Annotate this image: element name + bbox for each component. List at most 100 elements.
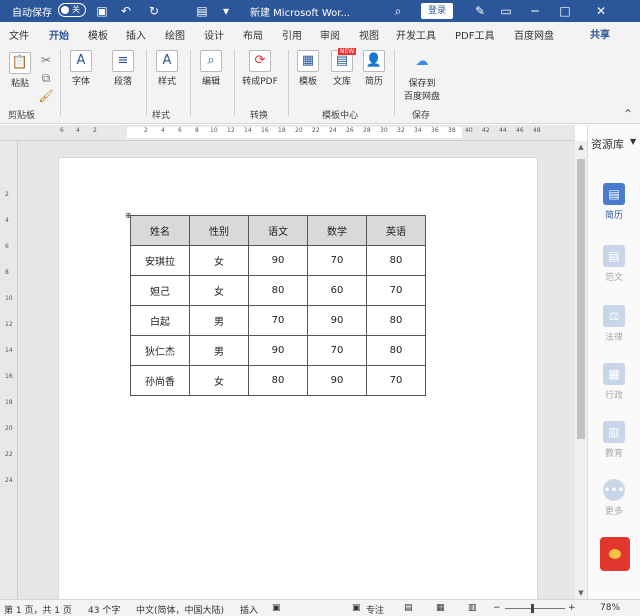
table-cell[interactable]: 90: [248, 245, 308, 276]
collapse-ribbon-icon[interactable]: ⌃: [620, 106, 636, 122]
table-cell[interactable]: 白起: [130, 305, 190, 336]
table-cell[interactable]: 女: [189, 275, 249, 306]
template-button[interactable]: ▦ 模板: [294, 50, 322, 87]
autosave-toggle[interactable]: 关: [58, 3, 86, 17]
copy-icon[interactable]: ⧉: [38, 70, 54, 86]
table-cell[interactable]: 70: [248, 305, 308, 336]
tab-home[interactable]: 开始: [49, 27, 69, 47]
tab-insert[interactable]: 插入: [126, 27, 146, 42]
web-layout-icon[interactable]: ▥: [468, 603, 477, 613]
table-cell[interactable]: 90: [307, 305, 367, 336]
resume-button[interactable]: 👤 简历: [360, 50, 388, 87]
header-cell[interactable]: 英语: [366, 215, 426, 246]
resource-item-law[interactable]: ⚖ 法律: [598, 305, 630, 343]
document-area[interactable]: ⊕ 姓名 性别 语文 数学 英语 安琪拉 女 90 70 80 妲己 女 80 …: [18, 141, 575, 616]
table-cell[interactable]: 男: [189, 305, 249, 336]
header-cell[interactable]: 语文: [248, 215, 308, 246]
table-cell[interactable]: 安琪拉: [130, 245, 190, 276]
vertical-scrollbar[interactable]: ▲ ▼: [575, 141, 587, 599]
zoom-slider-knob[interactable]: [531, 604, 534, 613]
close-button[interactable]: ✕: [586, 0, 616, 22]
ribbon-display-icon[interactable]: ▭: [498, 3, 514, 19]
panel-dropdown-icon[interactable]: ▼: [630, 137, 636, 146]
table-cell[interactable]: 80: [366, 335, 426, 366]
table-cell[interactable]: 90: [248, 335, 308, 366]
resource-panel-title[interactable]: 资源库: [591, 136, 624, 152]
font-button[interactable]: A 字体: [66, 50, 96, 87]
insert-mode[interactable]: 插入: [240, 603, 258, 616]
red-packet-icon[interactable]: [600, 537, 630, 571]
cut-icon[interactable]: ✂: [38, 52, 54, 68]
table-cell[interactable]: 80: [248, 275, 308, 306]
redo-icon[interactable]: ↻: [146, 3, 162, 19]
tab-developer[interactable]: 开发工具: [396, 27, 436, 42]
tab-pdf-tools[interactable]: PDF工具: [455, 27, 494, 42]
table-cell[interactable]: 70: [307, 335, 367, 366]
paragraph-button[interactable]: ≡ 段落: [108, 50, 138, 87]
resource-item-more[interactable]: ••• 更多: [598, 479, 630, 517]
table-cell[interactable]: 70: [307, 245, 367, 276]
resource-item-essay[interactable]: ▤ 范文: [598, 245, 630, 283]
macro-icon[interactable]: ▣: [272, 603, 281, 613]
tab-review[interactable]: 审阅: [320, 27, 340, 42]
tab-template[interactable]: 模板: [88, 27, 108, 42]
read-mode-icon[interactable]: ▤: [404, 603, 413, 613]
search-icon[interactable]: ⌕: [390, 3, 406, 19]
header-cell[interactable]: 数学: [307, 215, 367, 246]
table-cell[interactable]: 狄仁杰: [130, 335, 190, 366]
maximize-button[interactable]: □: [550, 0, 580, 22]
tab-design[interactable]: 设计: [204, 27, 224, 42]
zoom-in-icon[interactable]: +: [568, 603, 576, 613]
language-status[interactable]: 中文(简体，中国大陆): [136, 603, 224, 616]
focus-label[interactable]: 专注: [366, 603, 384, 616]
tab-layout[interactable]: 布局: [243, 27, 263, 42]
word-count[interactable]: 43 个字: [88, 603, 120, 616]
zoom-out-icon[interactable]: −: [493, 603, 501, 613]
scrollbar-thumb[interactable]: [577, 159, 585, 439]
table-cell[interactable]: 70: [366, 365, 426, 396]
table-cell[interactable]: 80: [248, 365, 308, 396]
table-cell[interactable]: 80: [366, 305, 426, 336]
tab-baidu-disk[interactable]: 百度网盘: [514, 27, 554, 42]
tab-file[interactable]: 文件: [9, 27, 29, 42]
table-cell[interactable]: 60: [307, 275, 367, 306]
resource-item-resume[interactable]: ▤ 简历: [598, 183, 630, 221]
table-cell[interactable]: 70: [366, 275, 426, 306]
page-count[interactable]: 第 1 页，共 1 页: [4, 603, 72, 616]
header-cell[interactable]: 性别: [189, 215, 249, 246]
save-to-baidu-button[interactable]: ☁ 保存到 百度网盘: [400, 52, 444, 102]
scroll-down-icon[interactable]: ▼: [575, 589, 587, 597]
minimize-button[interactable]: ─: [520, 0, 550, 22]
document-page[interactable]: ⊕ 姓名 性别 语文 数学 英语 安琪拉 女 90 70 80 妲己 女 80 …: [58, 157, 538, 616]
table-cell[interactable]: 女: [189, 245, 249, 276]
format-painter-icon[interactable]: 🖌: [38, 88, 54, 104]
document-icon[interactable]: ▤: [194, 3, 210, 19]
wenku-button[interactable]: ▤ 文库: [328, 50, 356, 87]
table-cell[interactable]: 妲己: [130, 275, 190, 306]
tab-draw[interactable]: 绘图: [165, 27, 185, 42]
print-layout-icon[interactable]: ▦: [436, 603, 445, 613]
table-cell[interactable]: 女: [189, 365, 249, 396]
customize-toolbar-icon[interactable]: ▾: [218, 3, 234, 19]
undo-icon[interactable]: ↶: [118, 3, 134, 19]
zoom-level[interactable]: 78%: [600, 603, 620, 613]
paste-button[interactable]: 📋 粘贴: [6, 52, 34, 89]
table-cell[interactable]: 90: [307, 365, 367, 396]
header-cell[interactable]: 姓名: [130, 215, 190, 246]
to-pdf-button[interactable]: ⟳ 转成PDF: [238, 50, 282, 87]
tab-references[interactable]: 引用: [282, 27, 302, 42]
tab-view[interactable]: 视图: [359, 27, 379, 42]
focus-icon[interactable]: ▣: [352, 603, 361, 613]
share-button[interactable]: 共享: [590, 26, 610, 41]
edit-button[interactable]: ⌕ 编辑: [196, 50, 226, 87]
table-cell[interactable]: 孙尚香: [130, 365, 190, 396]
scroll-up-icon[interactable]: ▲: [575, 143, 587, 151]
save-icon[interactable]: ▣: [94, 3, 110, 19]
styles-button[interactable]: A 样式: [152, 50, 182, 87]
login-button[interactable]: 登录: [421, 3, 453, 19]
resource-item-admin[interactable]: ▦ 行政: [598, 363, 630, 401]
resource-item-education[interactable]: ▥ 教育: [598, 421, 630, 459]
zoom-slider[interactable]: [505, 604, 565, 613]
pen-icon[interactable]: ✎: [472, 3, 488, 19]
table-cell[interactable]: 80: [366, 245, 426, 276]
